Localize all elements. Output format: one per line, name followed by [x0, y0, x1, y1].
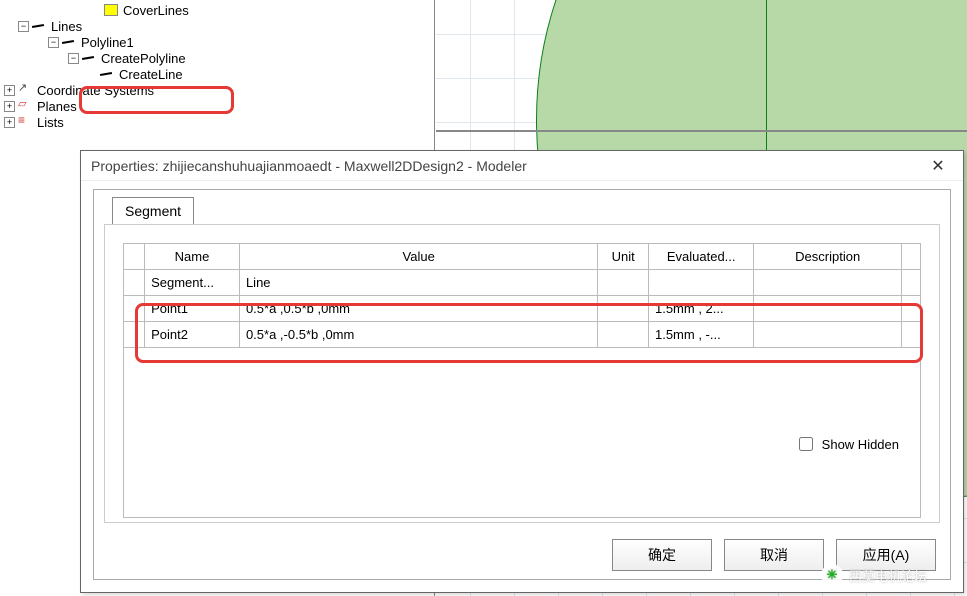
cell-value[interactable]: Line [239, 270, 597, 296]
line-icon [32, 20, 46, 32]
collapse-icon[interactable]: − [18, 21, 29, 32]
expand-icon[interactable]: + [4, 85, 15, 96]
cell-desc[interactable] [754, 270, 902, 296]
row-handle[interactable] [124, 296, 145, 322]
canvas-divider [436, 130, 967, 132]
dialog-body: Segment Name Value Unit Evaluated... Des… [93, 189, 951, 580]
tab-content: Name Value Unit Evaluated... Description… [104, 224, 940, 523]
cell-unit[interactable] [598, 322, 649, 348]
cell-name[interactable]: Point1 [145, 296, 240, 322]
cell-unit[interactable] [598, 270, 649, 296]
properties-table[interactable]: Name Value Unit Evaluated... Description… [123, 243, 921, 348]
lists-icon [18, 116, 32, 128]
close-icon[interactable]: ✕ [923, 156, 953, 176]
col-desc[interactable]: Description [754, 244, 902, 270]
tree-item-coord[interactable]: + Coordinate Systems [0, 82, 434, 98]
collapse-icon[interactable]: − [68, 53, 79, 64]
table-row[interactable]: Point2 0.5*a ,-0.5*b ,0mm 1.5mm , -... [124, 322, 921, 348]
tree-item-createpolyline[interactable]: − CreatePolyline [0, 50, 434, 66]
cell-name[interactable]: Segment... [145, 270, 240, 296]
tree-item-polyline1[interactable]: − Polyline1 [0, 34, 434, 50]
tab-segment[interactable]: Segment [112, 197, 194, 224]
tree-item-coverlines[interactable]: CoverLines [0, 2, 434, 18]
col-name[interactable]: Name [145, 244, 240, 270]
collapse-icon[interactable]: − [48, 37, 59, 48]
tree-item-planes[interactable]: + Planes [0, 98, 434, 114]
cell-eval[interactable]: 1.5mm , 2... [648, 296, 753, 322]
cell-value[interactable]: 0.5*a ,0.5*b ,0mm [239, 296, 597, 322]
row-handle-header [124, 244, 145, 270]
col-spacer [901, 244, 920, 270]
table-row[interactable]: Segment... Line [124, 270, 921, 296]
tree-label: Lists [35, 115, 66, 130]
line-icon [82, 52, 96, 64]
ok-button[interactable]: 确定 [612, 539, 712, 571]
tree-item-lines[interactable]: − Lines [0, 18, 434, 34]
table-header-row: Name Value Unit Evaluated... Description [124, 244, 921, 270]
planes-icon [18, 100, 32, 112]
cell-eval[interactable] [648, 270, 753, 296]
tree-label: CoverLines [121, 3, 191, 18]
properties-dialog: Properties: zhijiecanshuhuajianmoaedt - … [80, 150, 964, 593]
col-value[interactable]: Value [239, 244, 597, 270]
show-hidden-checkbox[interactable]: Show Hidden [795, 434, 899, 454]
tree-label: Coordinate Systems [35, 83, 156, 98]
row-handle[interactable] [124, 322, 145, 348]
expand-icon[interactable]: + [4, 117, 15, 128]
table-row[interactable]: Point1 0.5*a ,0.5*b ,0mm 1.5mm , 2... [124, 296, 921, 322]
cancel-button[interactable]: 取消 [724, 539, 824, 571]
dialog-buttons: 确定 取消 应用(A) [612, 539, 936, 571]
cell-value[interactable]: 0.5*a ,-0.5*b ,0mm [239, 322, 597, 348]
rect-icon [104, 4, 118, 16]
tree-label: Polyline1 [79, 35, 136, 50]
cell-unit[interactable] [598, 296, 649, 322]
tree-label: Planes [35, 99, 79, 114]
tree-label: CreateLine [117, 67, 185, 82]
tab-strip: Segment [112, 189, 194, 215]
col-eval[interactable]: Evaluated... [648, 244, 753, 270]
tree-label: CreatePolyline [99, 51, 188, 66]
show-hidden-label: Show Hidden [822, 437, 899, 452]
tree-label: Lines [49, 19, 84, 34]
line-icon [62, 36, 76, 48]
tree-item-createline[interactable]: CreateLine [0, 66, 434, 82]
table-empty-area [123, 348, 921, 518]
col-unit[interactable]: Unit [598, 244, 649, 270]
axis-icon [18, 84, 32, 96]
tree-item-lists[interactable]: + Lists [0, 114, 434, 130]
dialog-title: Properties: zhijiecanshuhuajianmoaedt - … [91, 158, 923, 174]
cell-eval[interactable]: 1.5mm , -... [648, 322, 753, 348]
cell-desc[interactable] [754, 296, 902, 322]
cell-name[interactable]: Point2 [145, 322, 240, 348]
dialog-titlebar[interactable]: Properties: zhijiecanshuhuajianmoaedt - … [81, 151, 963, 181]
line-icon [100, 68, 114, 80]
row-handle[interactable] [124, 270, 145, 296]
apply-button[interactable]: 应用(A) [836, 539, 936, 571]
cell-desc[interactable] [754, 322, 902, 348]
expand-icon[interactable]: + [4, 101, 15, 112]
show-hidden-input[interactable] [799, 437, 813, 451]
